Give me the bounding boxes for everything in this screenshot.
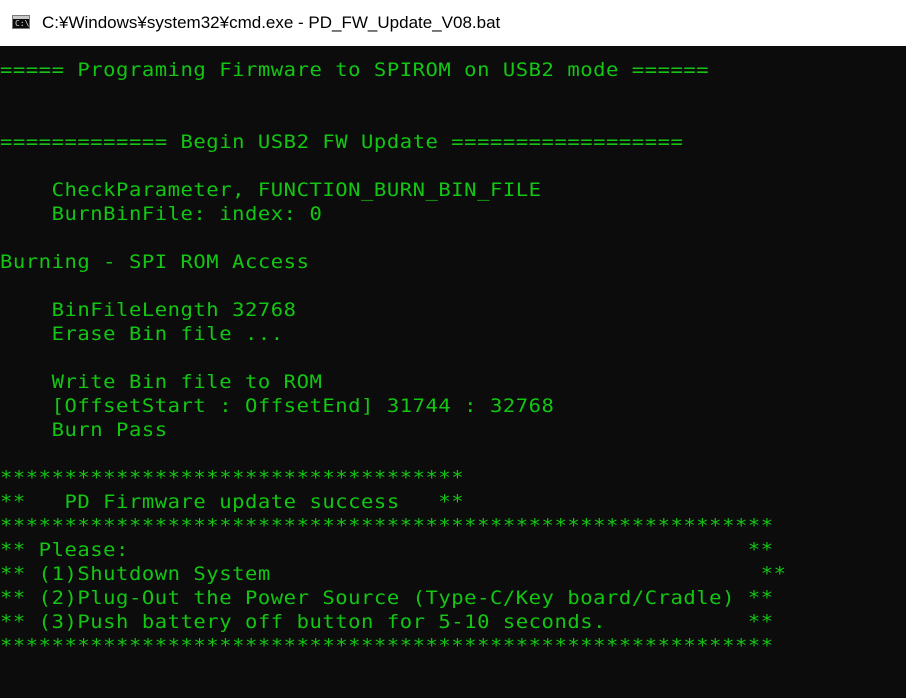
window-title: C:¥Windows¥system32¥cmd.exe - PD_FW_Upda… — [42, 13, 501, 32]
console-line: BurnBinFile: index: 0 — [0, 203, 323, 225]
console-line: Write Bin file to ROM — [0, 371, 323, 393]
cmd-window: C:\ C:¥Windows¥system32¥cmd.exe - PD_FW_… — [0, 0, 906, 698]
console-line: ** (1)Shutdown System ** — [0, 563, 787, 585]
console-line: ************************************ — [0, 467, 465, 489]
console-line: ****************************************… — [0, 515, 774, 537]
console-output[interactable]: ===== Programing Firmware to SPIROM on U… — [0, 58, 906, 698]
console-line: ** Please: ** — [0, 539, 774, 561]
console-line: ** (3)Push battery off button for 5-10 s… — [0, 611, 774, 633]
console-line: Erase Bin file ... — [0, 323, 284, 345]
cmd-icon[interactable]: C:\ — [12, 15, 30, 29]
console-line: BinFileLength 32768 — [0, 299, 297, 321]
console-line: CheckParameter, FUNCTION_BURN_BIN_FILE — [0, 179, 542, 201]
title-bar[interactable]: C:\ C:¥Windows¥system32¥cmd.exe - PD_FW_… — [0, 0, 906, 46]
console-line: [OffsetStart : OffsetEnd] 31744 : 32768 — [0, 395, 555, 417]
console-line: ===== Programing Firmware to SPIROM on U… — [0, 59, 710, 81]
cmd-icon-glyph: C:\ — [15, 19, 30, 28]
console-line: Burning - SPI ROM Access — [0, 251, 310, 273]
console-line: Burn Pass — [0, 419, 168, 441]
console-line: ****************************************… — [0, 635, 774, 657]
console-line: ============= Begin USB2 FW Update =====… — [0, 131, 684, 153]
console-line: ** (2)Plug-Out the Power Source (Type-C/… — [0, 587, 774, 609]
console-line: ** PD Firmware update success ** — [0, 491, 465, 513]
